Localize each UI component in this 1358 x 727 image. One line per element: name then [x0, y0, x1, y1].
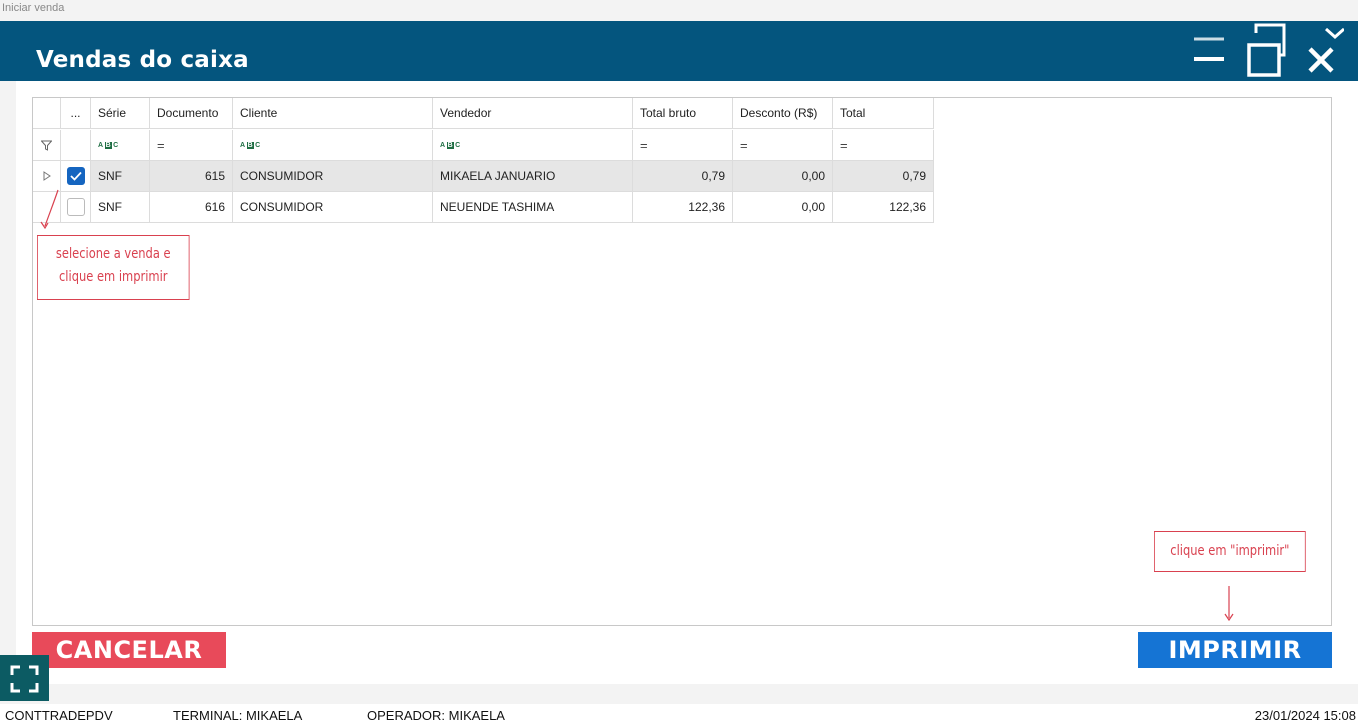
row-select-checkbox[interactable]	[61, 161, 91, 192]
column-header-vendedor[interactable]: Vendedor	[433, 98, 633, 129]
cell-total: 0,79	[833, 161, 934, 192]
status-bar: CONTTRADEPDV TERMINAL: MIKAELA OPERADOR:…	[0, 704, 1358, 727]
column-header-total-bruto[interactable]: Total bruto	[633, 98, 733, 129]
title-bar: Vendas do caixa	[0, 21, 1358, 81]
filter-cell-serie[interactable]: ABC	[91, 130, 150, 161]
row-select-checkbox[interactable]	[61, 192, 91, 223]
column-header-documento[interactable]: Documento	[150, 98, 233, 129]
column-header-desconto[interactable]: Desconto (R$)	[733, 98, 833, 129]
abc-filter-icon: ABC	[240, 141, 261, 149]
equals-filter-icon: =	[157, 137, 165, 153]
close-icon	[1308, 27, 1344, 73]
cell-cliente: CONSUMIDOR	[233, 192, 433, 223]
cell-desconto: 0,00	[733, 161, 833, 192]
filter-cell-total-bruto[interactable]: =	[633, 130, 733, 161]
filter-cell-documento[interactable]: =	[150, 130, 233, 161]
left-strip	[0, 62, 16, 684]
minimize-button[interactable]	[1192, 35, 1226, 67]
table-row[interactable]: SNF 615 CONSUMIDOR MIKAELA JANUARIO 0,79…	[33, 161, 934, 192]
close-button[interactable]	[1304, 25, 1344, 75]
annotation-text-line: clique em "imprimir"	[1170, 543, 1290, 559]
cell-desconto: 0,00	[733, 192, 833, 223]
filter-cell-cliente[interactable]: ABC	[233, 130, 433, 161]
header-indicator	[33, 98, 61, 129]
cell-documento: 616	[150, 192, 233, 223]
filter-icon[interactable]	[33, 130, 61, 161]
annotation-select-sale: selecione a venda e clique em imprimir	[37, 235, 190, 300]
table-row[interactable]: SNF 616 CONSUMIDOR NEUENDE TASHIMA 122,3…	[33, 192, 934, 223]
column-header-cliente[interactable]: Cliente	[233, 98, 433, 129]
print-button[interactable]: IMPRIMIR	[1138, 632, 1332, 668]
filter-cell-desconto[interactable]: =	[733, 130, 833, 161]
status-operator: OPERADOR: MIKAELA	[367, 708, 505, 723]
status-app-name: CONTTRADEPDV	[5, 708, 113, 723]
restore-button[interactable]	[1246, 23, 1286, 77]
status-datetime: 23/01/2024 15:08	[1254, 708, 1356, 723]
annotation-text-line: selecione a venda e	[55, 246, 171, 262]
app-logo-icon	[0, 655, 49, 701]
checkbox-checked-icon	[66, 167, 85, 185]
restore-icon	[1247, 23, 1286, 77]
sales-grid[interactable]: ... Série Documento Cliente Vendedor Tot…	[32, 97, 1332, 626]
annotation-text-line: clique em imprimir	[58, 269, 168, 285]
window-title: Vendas do caixa	[36, 47, 249, 73]
annotation-print-hint: clique em "imprimir"	[1154, 531, 1306, 572]
cancel-button[interactable]: CANCELAR	[32, 632, 226, 668]
outer-window-title: Iniciar venda	[2, 2, 65, 14]
annotation-arrow-icon	[40, 189, 59, 230]
grid-filter-row: ABC = ABC ABC = = =	[33, 130, 934, 161]
grid-header-row: ... Série Documento Cliente Vendedor Tot…	[33, 98, 934, 129]
cell-vendedor: NEUENDE TASHIMA	[433, 192, 633, 223]
filter-cell-total[interactable]: =	[833, 130, 934, 161]
cell-serie: SNF	[91, 161, 150, 192]
equals-filter-icon: =	[740, 137, 748, 153]
cell-total-bruto: 122,36	[633, 192, 733, 223]
minimize-icon	[1194, 37, 1224, 61]
column-header-menu[interactable]: ...	[61, 98, 91, 129]
annotation-arrow-icon	[1224, 586, 1234, 622]
equals-filter-icon: =	[840, 137, 848, 153]
abc-filter-icon: ABC	[98, 141, 119, 149]
column-header-total[interactable]: Total	[833, 98, 934, 129]
status-terminal: TERMINAL: MIKAELA	[173, 708, 303, 723]
filter-cell-menu	[61, 130, 91, 161]
cell-vendedor: MIKAELA JANUARIO	[433, 161, 633, 192]
filter-cell-vendedor[interactable]: ABC	[433, 130, 633, 161]
equals-filter-icon: =	[640, 137, 648, 153]
cell-cliente: CONSUMIDOR	[233, 161, 433, 192]
abc-filter-icon: ABC	[440, 141, 461, 149]
cell-documento: 615	[150, 161, 233, 192]
cell-total: 122,36	[833, 192, 934, 223]
column-header-serie[interactable]: Série	[91, 98, 150, 129]
cell-total-bruto: 0,79	[633, 161, 733, 192]
checkbox-unchecked-icon	[66, 198, 85, 216]
cell-serie: SNF	[91, 192, 150, 223]
